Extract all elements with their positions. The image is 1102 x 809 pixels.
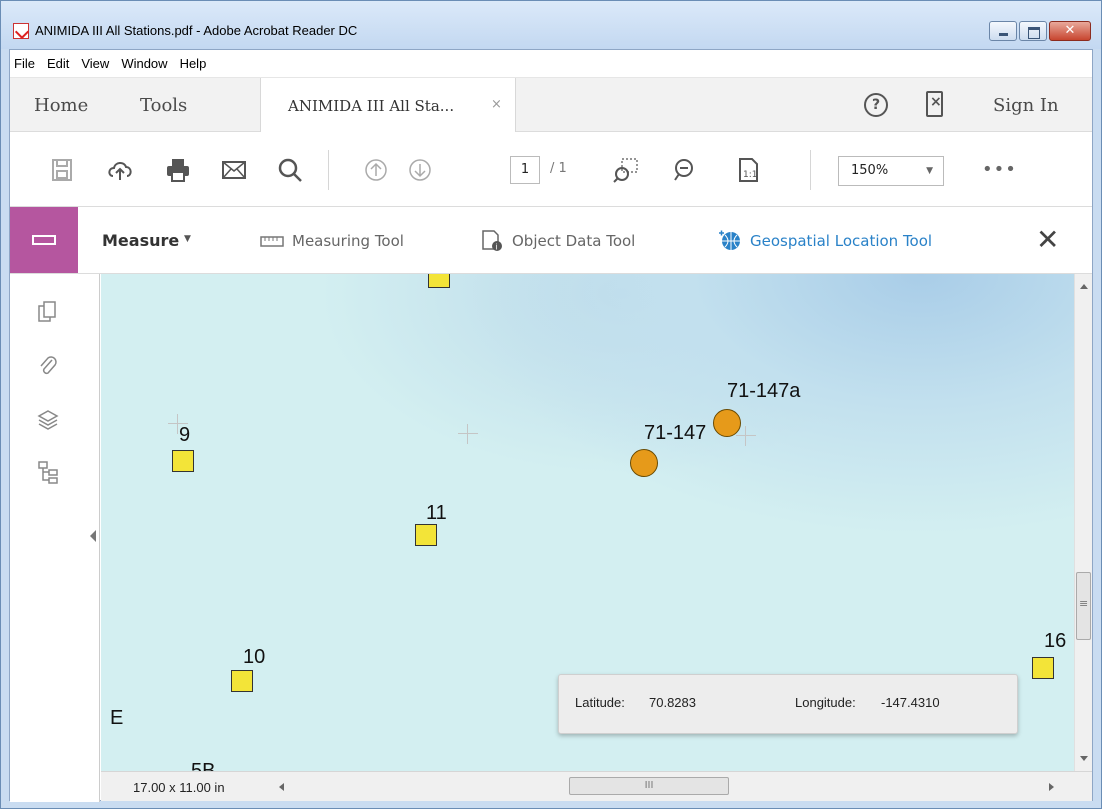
menu-file[interactable]: File (14, 56, 35, 71)
ruler-icon (32, 235, 56, 245)
latitude-value: 70.8283 (649, 695, 696, 710)
zoom-select[interactable]: 150% ▼ (838, 156, 944, 186)
station-label-partial: E (110, 707, 124, 729)
page-size-label: 17.00 x 11.00 in (133, 780, 225, 795)
vertical-scroll-thumb[interactable] (1076, 572, 1091, 640)
page-total: / 1 (550, 161, 567, 176)
model-tree-icon[interactable] (36, 460, 60, 484)
object-data-icon: i (480, 230, 504, 252)
longitude-value: -147.4310 (881, 695, 940, 710)
fit-page-icon[interactable]: 1:1 (734, 156, 762, 184)
marquee-zoom-icon[interactable] (612, 156, 640, 184)
station-marker (172, 450, 194, 472)
measure-dropdown[interactable]: Measure (102, 231, 179, 250)
tab-bar: Home Tools ANIMIDA III All Sta... × ? Si… (10, 78, 1092, 132)
menu-edit[interactable]: Edit (47, 56, 69, 71)
tab-tools[interactable]: Tools (140, 95, 187, 116)
close-window-button[interactable] (1049, 21, 1091, 41)
menu-window[interactable]: Window (121, 56, 167, 71)
object-data-tool-button[interactable]: i Object Data Tool (480, 230, 635, 252)
latitude-label: Latitude: (575, 695, 625, 710)
station-marker (1032, 657, 1054, 679)
station-marker (415, 524, 437, 546)
search-icon[interactable] (276, 156, 304, 184)
chevron-down-icon[interactable]: ▼ (184, 234, 191, 244)
window-controls (989, 21, 1091, 41)
svg-text:i: i (496, 243, 498, 252)
mobile-link-icon[interactable] (926, 91, 943, 117)
tab-document-label: ANIMIDA III All Sta... (288, 97, 455, 115)
menu-view[interactable]: View (81, 56, 109, 71)
zoom-icon[interactable] (670, 156, 698, 184)
svg-text:1:1: 1:1 (743, 170, 757, 180)
email-icon[interactable] (220, 156, 248, 184)
maximize-button[interactable] (1019, 21, 1047, 41)
station-circle-marker (713, 409, 741, 437)
station-marker (428, 274, 450, 288)
measure-tool-icon[interactable] (10, 207, 78, 273)
scroll-right-icon[interactable] (1049, 783, 1054, 791)
measure-toolbar: Measure ▼ Measuring Tool i Object Data T… (10, 207, 1092, 274)
layers-icon[interactable] (36, 408, 60, 432)
status-bar: 17.00 x 11.00 in III (101, 771, 1092, 801)
geospatial-location-tool-button[interactable]: Geospatial Location Tool (718, 230, 932, 252)
chevron-down-icon: ▼ (926, 166, 933, 176)
geospatial-readout-popup: Latitude: 70.8283 Longitude: -147.4310 (558, 674, 1018, 734)
window-title: ANIMIDA III All Stations.pdf - Adobe Acr… (35, 23, 358, 38)
save-icon[interactable] (48, 156, 76, 184)
station-label: 71-147a (727, 380, 801, 402)
close-icon[interactable]: ✕ (1036, 223, 1059, 256)
tab-document[interactable]: ANIMIDA III All Sta... × (260, 78, 516, 132)
navigation-pane (10, 274, 100, 802)
more-options-button[interactable]: ••• (982, 159, 1017, 180)
station-label: 5B (191, 760, 216, 771)
scroll-down-icon[interactable] (1080, 756, 1088, 761)
attachments-icon[interactable] (36, 354, 60, 378)
upload-icon[interactable] (106, 156, 134, 184)
horizontal-scroll-thumb[interactable]: III (569, 777, 729, 795)
page-down-icon[interactable] (406, 156, 434, 184)
longitude-label: Longitude: (795, 695, 856, 710)
acrobat-app-icon[interactable] (13, 23, 29, 39)
tab-close-icon[interactable]: × (491, 97, 502, 112)
menu-bar: File Edit View Window Help (10, 50, 1092, 78)
title-bar[interactable]: ANIMIDA III All Stations.pdf - Adobe Acr… (1, 1, 1101, 49)
page-number-input[interactable]: 1 (510, 156, 540, 184)
help-icon[interactable]: ? (864, 93, 888, 117)
tab-home[interactable]: Home (34, 95, 88, 116)
measuring-tool-button[interactable]: Measuring Tool (260, 230, 404, 252)
page-thumbnails-icon[interactable] (36, 300, 60, 324)
station-label: 9 (179, 424, 191, 446)
main-toolbar: 1 / 1 1:1 150% ▼ ••• (10, 132, 1092, 207)
object-data-tool-label: Object Data Tool (512, 232, 636, 250)
station-label: 16 (1044, 630, 1067, 652)
toolbar-separator (328, 150, 329, 190)
station-label: 10 (243, 646, 266, 668)
sign-in-link[interactable]: Sign In (993, 95, 1059, 116)
collapse-pane-icon[interactable] (90, 530, 96, 542)
page-up-icon[interactable] (362, 156, 390, 184)
station-label: 71-147 (644, 422, 707, 444)
menu-help[interactable]: Help (180, 56, 207, 71)
ruler-icon (260, 230, 284, 252)
scroll-up-icon[interactable] (1080, 284, 1088, 289)
globe-icon (718, 230, 742, 252)
geospatial-location-tool-label: Geospatial Location Tool (750, 232, 933, 250)
scroll-left-icon[interactable] (279, 783, 284, 791)
measuring-tool-label: Measuring Tool (292, 232, 404, 250)
vertical-scrollbar[interactable] (1074, 274, 1092, 771)
station-circle-marker (630, 449, 658, 477)
print-icon[interactable] (164, 156, 192, 184)
minimize-button[interactable] (989, 21, 1017, 41)
toolbar-separator (810, 150, 811, 190)
zoom-value: 150% (851, 163, 889, 178)
station-marker (231, 670, 253, 692)
station-label: 11 (426, 502, 447, 524)
crosshair-mark (458, 424, 478, 444)
